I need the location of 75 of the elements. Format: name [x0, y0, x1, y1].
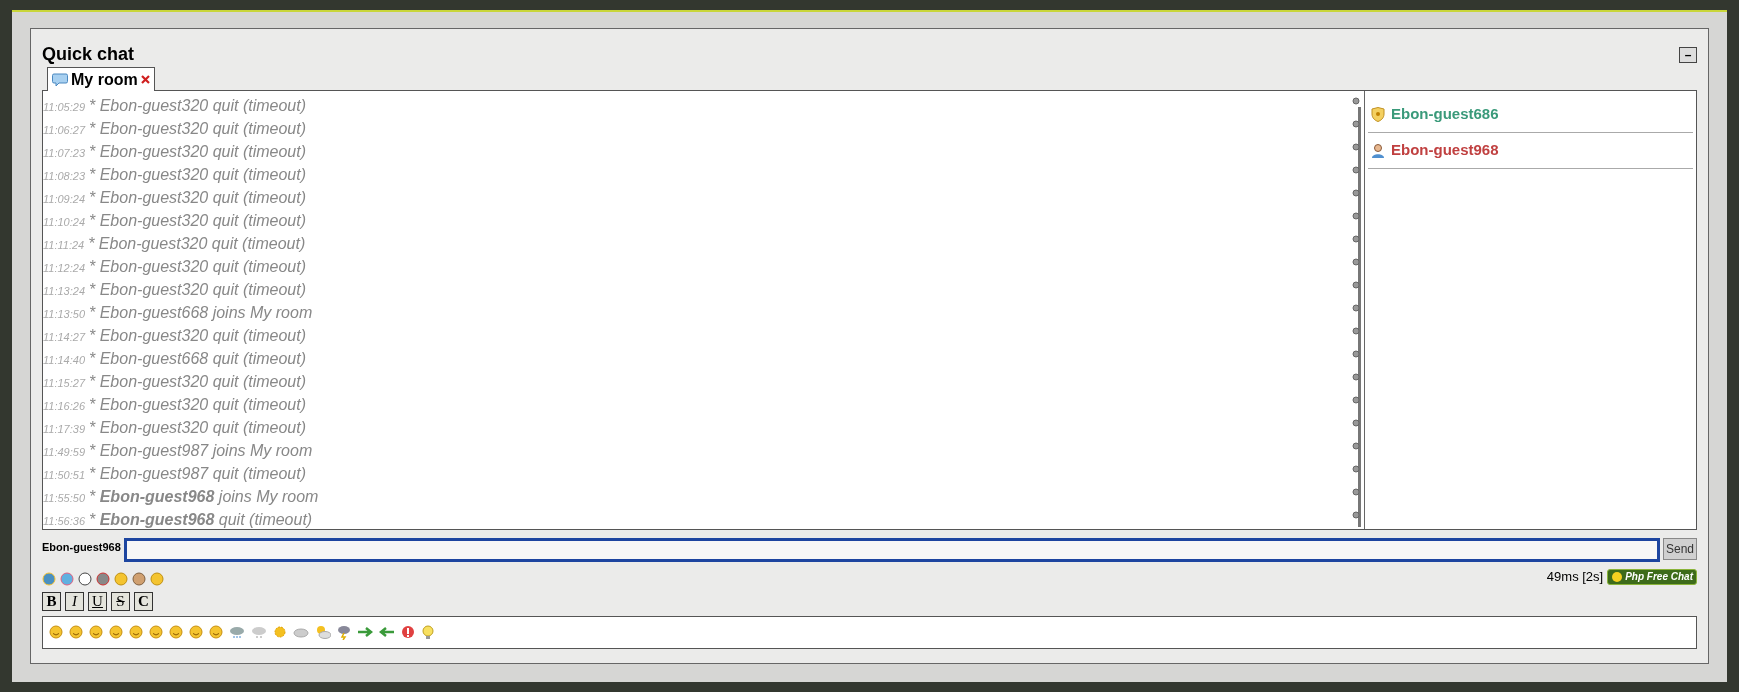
cloud-icon[interactable]	[293, 626, 309, 638]
speech-bubble-icon	[52, 72, 68, 87]
format-button[interactable]: I	[65, 591, 84, 611]
message-time: 11:17:39	[43, 422, 85, 437]
message-text: * Ebon-guest320 quit (timeout)	[89, 119, 307, 139]
message-time: 11:49:59	[43, 445, 85, 460]
storm-cloud-icon[interactable]	[337, 624, 351, 640]
message-time: 11:12:24	[43, 261, 85, 276]
sun-cloud-icon[interactable]	[315, 625, 331, 639]
logo-badge[interactable]: Php Free Chat	[1607, 568, 1697, 585]
smiley-icon[interactable]	[89, 625, 103, 639]
format-button[interactable]: U	[88, 591, 107, 611]
message-text: * Ebon-guest668 joins My room	[89, 303, 313, 323]
message-time: 11:14:40	[43, 353, 85, 368]
window-title: Quick chat	[42, 43, 135, 66]
smiley-icon[interactable]	[114, 572, 128, 586]
message-text: * Ebon-guest320 quit (timeout)	[89, 211, 307, 231]
warning-icon[interactable]	[401, 625, 415, 639]
send-button[interactable]: Send	[1662, 538, 1697, 560]
message-text: * Ebon-guest320 quit (timeout)	[89, 418, 307, 438]
message-text: * Ebon-guest320 quit (timeout)	[89, 96, 307, 116]
user-icon	[1371, 143, 1385, 158]
light-bulb-icon[interactable]	[421, 624, 435, 640]
smiley-icon[interactable]	[189, 625, 203, 639]
message-text: * Ebon-guest987 quit (timeout)	[89, 464, 307, 484]
smiley-icon[interactable]	[209, 625, 223, 639]
message-time: 11:13:24	[43, 284, 85, 299]
message-time: 11:09:24	[43, 192, 85, 207]
smiley-icon[interactable]	[129, 625, 143, 639]
message-text: *Ebon-guest968 quit (timeout)	[89, 510, 313, 530]
message-text: * Ebon-guest987 joins My room	[89, 441, 313, 461]
message-time: 11:16:26	[43, 399, 85, 414]
shield-icon	[1371, 107, 1385, 122]
message-text: * Ebon-guest320 quit (timeout)	[89, 257, 307, 277]
smiley-icon[interactable]	[109, 625, 123, 639]
smiley-icon[interactable]	[149, 625, 163, 639]
user-name[interactable]: Ebon-guest968	[1391, 139, 1499, 162]
smiley-icon[interactable]	[49, 625, 63, 639]
message-time: 11:55:50	[43, 491, 85, 506]
smiley-icon[interactable]	[150, 572, 164, 586]
message-time: 11:06:27	[43, 123, 85, 138]
message-text: * Ebon-guest320 quit (timeout)	[89, 395, 307, 415]
message-text: * Ebon-guest320 quit (timeout)	[89, 372, 307, 392]
smiley-icon[interactable]	[69, 625, 83, 639]
message-text: * Ebon-guest320 quit (timeout)	[89, 326, 307, 346]
message-time: 11:15:27	[43, 376, 85, 391]
message-time: 11:11:24	[43, 238, 85, 253]
message-time: 11:08:23	[43, 169, 85, 184]
message-text: *Ebon-guest968 joins My room	[89, 487, 319, 507]
format-button[interactable]: S	[111, 591, 130, 611]
message-time: 11:14:27	[43, 330, 85, 345]
message-text: * Ebon-guest668 quit (timeout)	[89, 349, 307, 369]
minimize-button[interactable]: –	[1679, 46, 1697, 63]
message-time: 11:13:50	[43, 307, 85, 322]
left-arrow-icon[interactable]	[379, 627, 395, 637]
message-time: 11:07:23	[43, 146, 85, 161]
ping-status: 49ms [2s]	[1546, 568, 1604, 586]
message-time: 11:05:29	[43, 100, 85, 115]
message-text: * Ebon-guest320 quit (timeout)	[88, 234, 306, 254]
message-text: * Ebon-guest320 quit (timeout)	[89, 188, 307, 208]
smiley-icon[interactable]	[169, 625, 183, 639]
message-input[interactable]	[123, 538, 1660, 562]
message-time: 11:50:51	[43, 468, 85, 483]
right-arrow-icon[interactable]	[357, 627, 373, 637]
message-time: 11:10:24	[43, 215, 85, 230]
close-icon[interactable]	[140, 75, 150, 84]
format-button[interactable]: B	[42, 591, 61, 611]
rain-cloud-icon[interactable]	[229, 625, 245, 639]
format-button[interactable]: C	[134, 591, 153, 611]
nickname-label: Ebon-guest968	[42, 540, 121, 555]
message-text: * Ebon-guest320 quit (timeout)	[89, 142, 307, 162]
message-text: * Ebon-guest320 quit (timeout)	[89, 280, 307, 300]
message-text: * Ebon-guest320 quit (timeout)	[89, 165, 307, 185]
message-time: 11:56:36	[43, 514, 85, 529]
room-tab[interactable]: My room	[47, 67, 155, 91]
